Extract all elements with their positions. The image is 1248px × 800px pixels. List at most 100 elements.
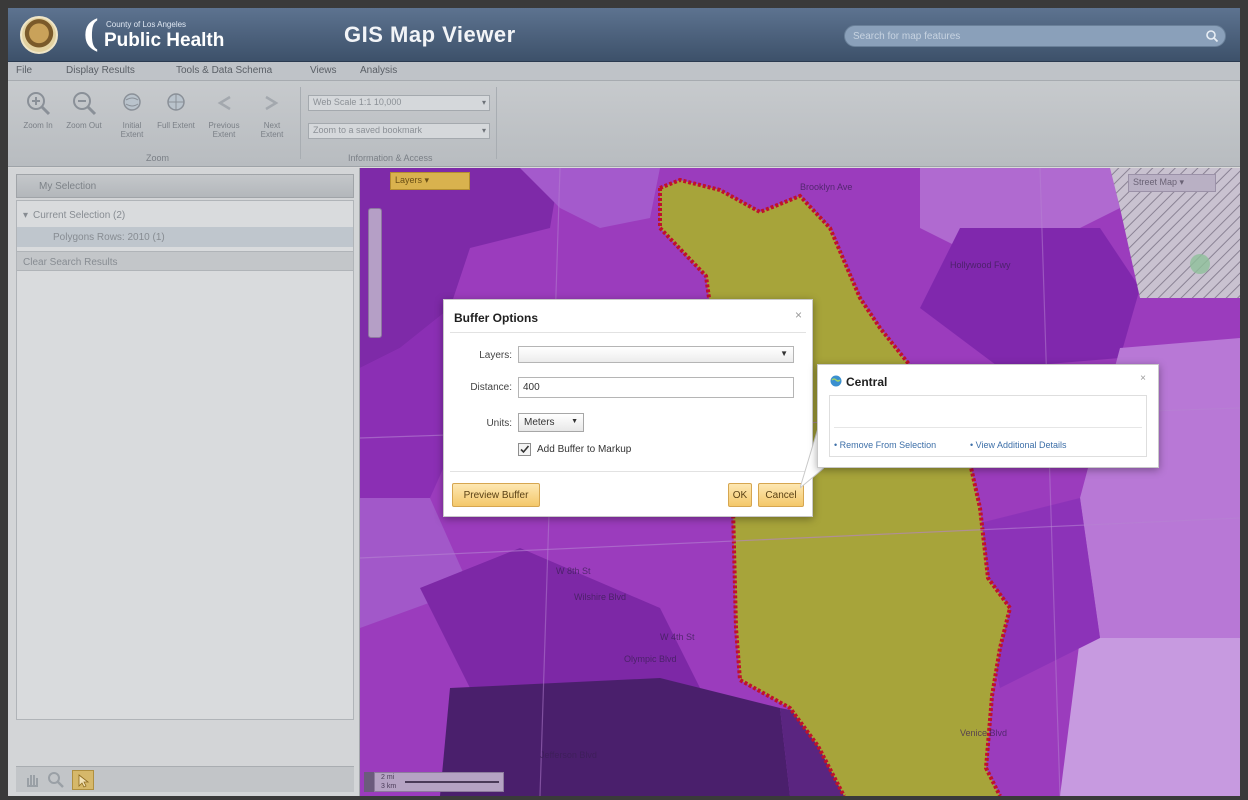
expand-panel-handle[interactable] xyxy=(364,772,374,792)
menu-bar: File Display Results Tools & Data Schema… xyxy=(8,62,1240,81)
initial-extent-label: Initial Extent xyxy=(120,121,144,139)
full-extent-button[interactable]: Full Extent xyxy=(156,89,196,149)
zoom-out-button[interactable]: Zoom Out xyxy=(64,89,104,149)
distance-label: Distance: xyxy=(470,382,512,393)
search-input[interactable] xyxy=(853,29,1183,44)
next-extent-label: Next Extent xyxy=(260,121,284,139)
menu-tools-data-schema[interactable]: Tools & Data Schema xyxy=(176,65,272,76)
previous-extent-label: Previous Extent xyxy=(208,121,240,139)
tree-item-polygon-row[interactable]: Polygons Rows: 2010 (1) xyxy=(17,227,353,247)
close-icon[interactable]: × xyxy=(795,308,802,322)
layers-chip[interactable]: Layers ▾ xyxy=(390,172,470,190)
district-polygon xyxy=(1060,638,1240,796)
selection-tool-button[interactable] xyxy=(72,770,94,790)
app-header: ( County of Los Angeles Public Health GI… xyxy=(8,8,1240,62)
crescent-logo-icon: ( xyxy=(82,13,100,55)
popup-content: • Remove From Selection • View Additiona… xyxy=(829,395,1147,457)
menu-analysis[interactable]: Analysis xyxy=(360,65,397,76)
layers-select[interactable]: ▼ xyxy=(518,346,794,363)
clear-search-results[interactable]: Clear Search Results xyxy=(17,251,353,271)
divider xyxy=(834,427,1142,428)
zoom-in-label: Zoom In xyxy=(23,121,53,130)
zoom-in-button[interactable]: Zoom In xyxy=(18,89,58,149)
scale-bottom-text: 3 km xyxy=(381,783,397,790)
public-health-logo: ( County of Los Angeles Public Health xyxy=(82,16,232,54)
my-selection-title: My Selection xyxy=(39,181,97,192)
view-additional-details-link[interactable]: • View Additional Details xyxy=(970,440,1067,450)
checkmark-icon xyxy=(520,445,530,454)
tree-item-label: Clear Search Results xyxy=(23,257,118,268)
chevron-down-icon: ▼ xyxy=(780,349,788,358)
preview-buffer-button[interactable]: Preview Buffer xyxy=(452,483,540,507)
close-icon[interactable]: × xyxy=(1140,373,1146,384)
full-extent-label: Full Extent xyxy=(157,121,195,130)
chevron-down-icon: ▾ xyxy=(481,126,486,135)
zoom-group-label: Zoom xyxy=(146,153,170,163)
divider xyxy=(450,471,806,472)
globe-icon xyxy=(830,375,842,387)
selection-tree: ▾ Current Selection (2) Polygons Rows: 2… xyxy=(16,200,354,720)
map-label: Jefferson Blvd xyxy=(540,750,597,760)
search-box xyxy=(844,25,1226,47)
globe-full-extent-icon xyxy=(167,93,185,111)
menu-views[interactable]: Views xyxy=(310,65,337,76)
popup-title: Central xyxy=(846,375,888,389)
collapse-arrow-icon: ▾ xyxy=(23,210,29,221)
scale-top-text: 2 mi xyxy=(381,774,395,781)
cancel-button[interactable]: Cancel xyxy=(758,483,804,507)
basemap-select[interactable]: Street Map ▾ xyxy=(1128,174,1216,192)
search-icon[interactable] xyxy=(1205,29,1219,43)
map-label: W 4th St xyxy=(660,632,695,642)
map-label: Venice Blvd xyxy=(960,728,1008,738)
map-label: Wilshire Blvd xyxy=(574,592,627,602)
bookmark-select-value: Zoom to a saved bookmark xyxy=(313,125,423,135)
tree-item-current-selection[interactable]: ▾ Current Selection (2) xyxy=(17,205,353,225)
initial-extent-button[interactable]: Initial Extent xyxy=(112,89,152,149)
ok-button[interactable]: OK xyxy=(728,483,752,507)
my-selection-header[interactable]: My Selection xyxy=(16,174,354,198)
logo-county-text: County of Los Angeles xyxy=(106,20,187,29)
ribbon-separator xyxy=(496,87,497,159)
menu-file[interactable]: File xyxy=(16,65,32,76)
globe-extent-icon xyxy=(123,93,141,111)
dialog-title: Buffer Options xyxy=(454,311,538,325)
map-landmark-marker xyxy=(1190,254,1210,274)
county-seal-logo xyxy=(20,16,58,54)
map-label: Hollywood Fwy xyxy=(950,260,1011,270)
scale-line xyxy=(405,781,499,783)
scale-select-value: Web Scale 1:1 10,000 xyxy=(313,97,402,107)
map-label: Brooklyn Ave xyxy=(800,182,853,192)
units-select-value: Meters xyxy=(524,417,555,428)
app-window: ( County of Los Angeles Public Health GI… xyxy=(8,8,1240,796)
next-extent-button[interactable]: Next Extent xyxy=(252,89,292,149)
logo-public-health-text: Public Health xyxy=(104,30,225,51)
divider xyxy=(450,332,806,333)
layers-label: Layers: xyxy=(479,350,512,361)
add-buffer-checkbox[interactable] xyxy=(518,443,531,456)
search-icon[interactable] xyxy=(46,770,66,790)
information-group-label: Information & Access xyxy=(348,153,433,163)
app-title: GIS Map Viewer xyxy=(344,22,516,47)
forward-arrow-icon xyxy=(265,95,279,111)
chevron-down-icon: ▼ xyxy=(571,418,578,425)
menu-display-results[interactable]: Display Results xyxy=(66,65,135,76)
units-select[interactable]: Meters ▼ xyxy=(518,413,584,432)
scale-select[interactable]: Web Scale 1:1 10,000 ▾ xyxy=(308,95,490,111)
map-label: W 8th St xyxy=(556,566,591,576)
add-buffer-label: Add Buffer to Markup xyxy=(537,444,632,455)
ribbon-separator xyxy=(300,87,301,159)
toolbar-ribbon: Zoom In Zoom Out Initial Extent Full Ext… xyxy=(8,81,1240,167)
info-popup: Central × • Remove From Selection • View… xyxy=(817,364,1159,468)
remove-from-selection-link[interactable]: • Remove From Selection xyxy=(834,440,936,450)
zoom-slider[interactable] xyxy=(368,208,382,338)
distance-input[interactable] xyxy=(518,377,794,398)
left-panel: My Selection ▾ Current Selection (2) Pol… xyxy=(8,168,360,796)
back-arrow-icon xyxy=(217,95,231,111)
pan-hand-icon[interactable] xyxy=(22,770,42,790)
zoom-in-icon xyxy=(27,92,51,116)
bookmark-select[interactable]: Zoom to a saved bookmark ▾ xyxy=(308,123,490,139)
left-panel-toolbar xyxy=(16,766,354,792)
previous-extent-button[interactable]: Previous Extent xyxy=(204,89,244,149)
scale-bar: 2 mi 3 km xyxy=(374,772,504,792)
zoom-out-icon xyxy=(73,92,97,116)
